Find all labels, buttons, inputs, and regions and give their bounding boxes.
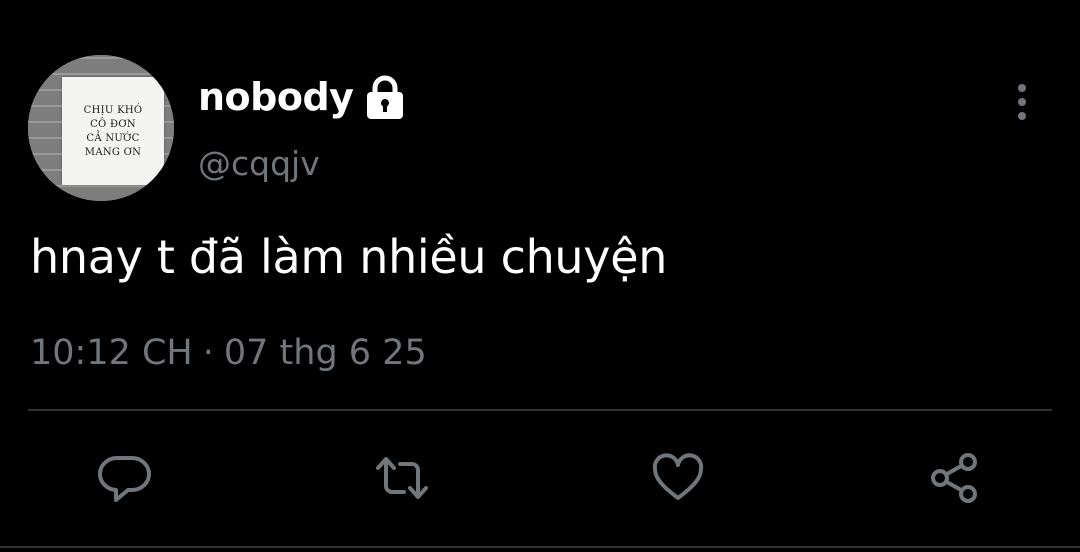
tweet-time: 10:12 CH xyxy=(30,333,193,373)
author-name-row: nobody xyxy=(198,72,407,122)
avatar-sign-line: CÔ ĐƠN xyxy=(90,118,136,130)
heart-icon xyxy=(652,453,704,500)
tweet-timestamp[interactable]: 10:12 CH · 07 thg 6 25 xyxy=(30,330,427,376)
divider xyxy=(28,409,1052,411)
avatar-sign-line: CHỊU KHÓ xyxy=(83,104,143,116)
avatar-sign-line: CẢ NƯỚC xyxy=(86,132,140,144)
user-handle[interactable]: @cqqjv xyxy=(198,142,320,186)
avatar-sign-line: MANG ƠN xyxy=(84,146,142,158)
reply-icon xyxy=(98,455,151,502)
tweet-text: hnay t đã làm nhiều chuyện xyxy=(30,230,668,284)
more-vertical-icon[interactable] xyxy=(1000,80,1044,124)
display-name[interactable]: nobody xyxy=(198,72,354,122)
bottom-divider xyxy=(0,546,1080,548)
like-button[interactable] xyxy=(648,448,708,508)
share-button[interactable] xyxy=(924,448,984,508)
share-icon xyxy=(931,453,977,503)
tweet-date: 07 thg 6 25 xyxy=(223,333,427,373)
retweet-button[interactable] xyxy=(372,448,432,508)
retweet-icon xyxy=(376,457,428,499)
timestamp-separator: · xyxy=(202,333,214,373)
reply-button[interactable] xyxy=(96,448,156,508)
avatar[interactable]: CHỊU KHÓ CÔ ĐƠN CẢ NƯỚC MANG ƠN xyxy=(28,55,174,201)
avatar-sign: CHỊU KHÓ CÔ ĐƠN CẢ NƯỚC MANG ƠN xyxy=(62,77,164,185)
lock-icon xyxy=(363,75,407,121)
